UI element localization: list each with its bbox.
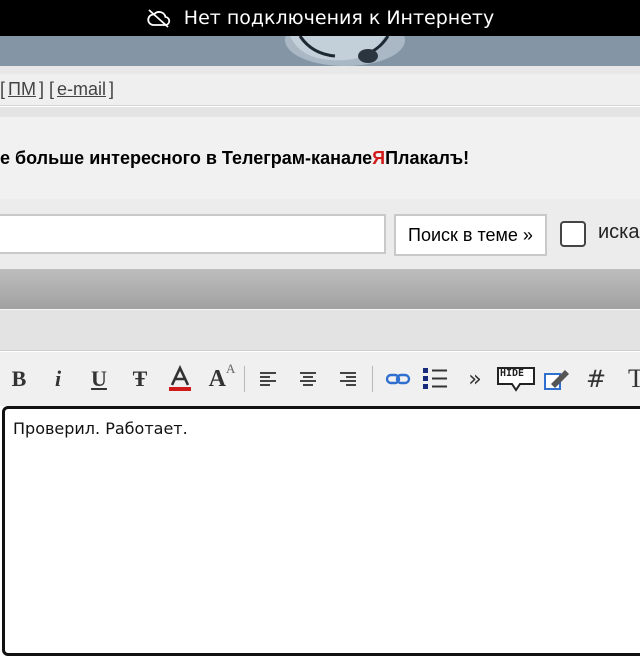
section-gap (0, 107, 640, 117)
edit-pencil-icon (544, 370, 569, 390)
quote-button[interactable]: » (464, 364, 486, 394)
list-button[interactable] (420, 364, 450, 394)
search-input[interactable] (0, 214, 386, 254)
bulleted-list-icon (423, 368, 447, 389)
search-in-topic-button[interactable]: Поиск в теме » (394, 214, 547, 256)
reply-header-bar (0, 269, 640, 309)
font-size-superscript: A (225, 361, 236, 376)
edit-button[interactable] (542, 364, 572, 394)
align-left-button[interactable] (256, 364, 280, 394)
pm-link[interactable]: ПМ (8, 79, 36, 100)
hash-button[interactable]: # (584, 364, 608, 394)
header-banner-image (0, 36, 640, 66)
promo-brand-red[interactable]: Я (372, 148, 385, 169)
banner-divider (0, 66, 640, 74)
promo-brand-rest[interactable]: Плакалъ (385, 148, 463, 169)
align-right-button[interactable] (336, 364, 360, 394)
italic-button[interactable]: i (48, 364, 68, 394)
font-size-icon: A (208, 365, 226, 392)
message-text[interactable]: Проверил. Работает. (13, 419, 188, 438)
cloud-off-icon (147, 9, 170, 28)
bracket: ] [ (38, 79, 54, 99)
strikethrough-button[interactable]: Ŧ (128, 364, 152, 394)
search-option-label: иска (598, 221, 640, 243)
topic-search-row: Поиск в теме » иска (0, 199, 640, 269)
font-size-button[interactable]: A A (206, 361, 238, 394)
underline-button[interactable]: U (88, 364, 110, 394)
hide-button[interactable]: HIDE (496, 364, 536, 394)
user-links-row: [ ПМ ] [ e-mail ] (0, 74, 640, 106)
editor-toolbar: B i U Ŧ A A » HIDE # T (0, 352, 640, 406)
text-style-button[interactable]: T (624, 364, 640, 394)
hide-label: HIDE (500, 368, 525, 379)
banner-artwork (0, 36, 640, 66)
link-icon (385, 373, 411, 385)
bracket: [ (0, 79, 6, 99)
toolbar-separator (372, 366, 373, 392)
insert-link-button[interactable] (384, 364, 412, 394)
font-color-button[interactable] (166, 364, 194, 394)
font-color-icon (169, 365, 191, 391)
bracket: ] (108, 79, 114, 99)
reply-subheader-bar (0, 309, 640, 351)
align-center-icon (300, 372, 316, 386)
toolbar-separator (244, 366, 245, 392)
promo-text: е больше интересного в Телеграм-канале (0, 147, 373, 168)
status-text: Нет подключения к Интернету (183, 7, 495, 29)
telegram-promo: е больше интересного в Телеграм-канале Я… (0, 117, 640, 199)
system-status-bar: Нет подключения к Интернету (0, 0, 640, 36)
promo-suffix: ! (463, 147, 470, 168)
bold-button[interactable]: B (8, 364, 30, 394)
email-link[interactable]: e-mail (57, 79, 106, 100)
align-center-button[interactable] (296, 364, 320, 394)
align-left-icon (260, 372, 276, 386)
align-right-icon (340, 372, 356, 386)
search-option-checkbox[interactable] (560, 221, 586, 247)
message-editor[interactable]: Проверил. Работает. (2, 406, 640, 656)
